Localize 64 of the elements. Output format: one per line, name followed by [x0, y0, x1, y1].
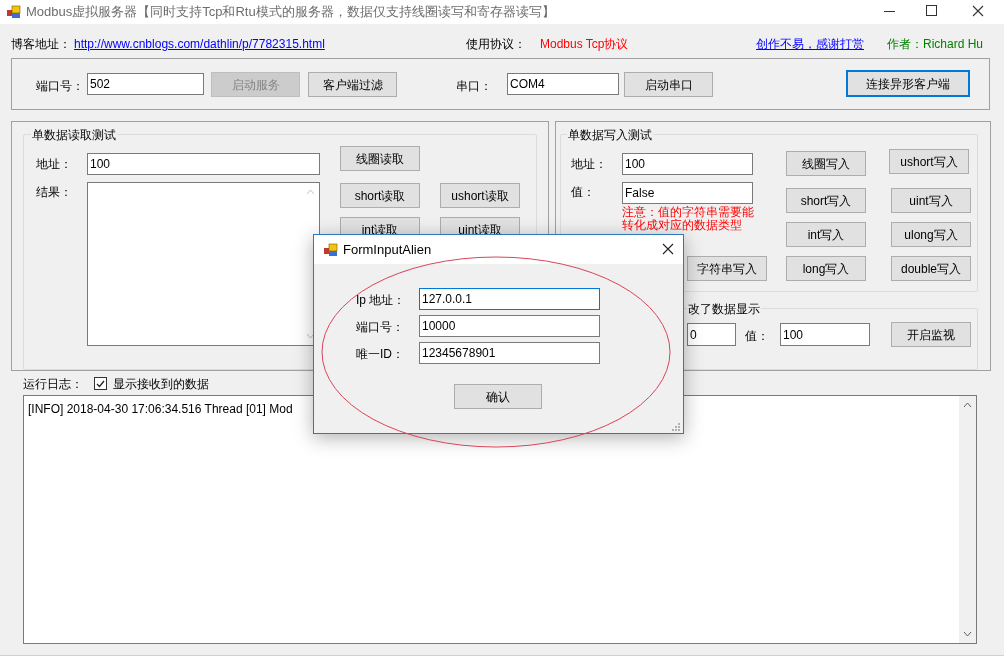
close-icon[interactable] [662, 243, 674, 255]
warning-note: 注意：值的字符串需要能转化成对应的数据类型 [622, 206, 755, 232]
label: 博客地址： [11, 37, 71, 51]
dialog-title: FormInputAlien [343, 243, 432, 257]
label: Ip 地址： [356, 293, 406, 307]
button[interactable]: 客户端过滤 [308, 72, 397, 97]
button[interactable]: 开启监视 [891, 322, 971, 347]
button[interactable]: long写入 [786, 256, 866, 281]
author-label: 作者：Richard Hu [887, 37, 984, 51]
button[interactable]: short读取 [340, 183, 420, 208]
minimize-icon[interactable] [884, 11, 895, 13]
label: 唯一ID： [356, 347, 404, 361]
check-icon [96, 379, 105, 388]
scroll-up-icon[interactable] [963, 402, 972, 408]
label: 运行日志： [23, 377, 83, 391]
button[interactable]: double写入 [891, 256, 971, 281]
label: 使用协议： [466, 37, 526, 51]
text-field[interactable]: 100 [87, 153, 320, 175]
app-icon [323, 242, 339, 258]
button[interactable]: ulong写入 [891, 222, 971, 247]
checkbox[interactable] [94, 377, 107, 390]
app-icon [6, 4, 22, 20]
text-field[interactable]: 12345678901 [419, 342, 600, 364]
button[interactable]: int写入 [786, 222, 866, 247]
label: 值： [745, 329, 769, 343]
label: 端口号： [356, 320, 404, 334]
text-field[interactable]: 502 [87, 73, 204, 95]
protocol-value: Modbus Tcp协议 [540, 37, 629, 51]
label: 串口： [456, 79, 492, 93]
scroll-down-icon[interactable] [306, 333, 315, 339]
blog-link[interactable]: http://www.cnblogs.com/dathlin/p/7782315.html [74, 37, 325, 51]
button[interactable]: ushort读取 [440, 183, 520, 208]
text-field[interactable]: 10000 [419, 315, 600, 337]
donate-link[interactable]: 创作不易，感谢打赏 [756, 37, 864, 51]
button[interactable]: ushort写入 [889, 149, 969, 174]
group-title: 改了数据显示 [687, 302, 761, 316]
label: 端口号： [36, 79, 84, 93]
label: 地址： [36, 157, 72, 171]
window-title: Modbus虚拟服务器【同时支持Tcp和Rtu模式的服务器，数据仅支持线圈读写和寄存器读写】 [26, 5, 555, 19]
button[interactable]: uint写入 [891, 188, 971, 213]
label: 值： [571, 185, 595, 199]
label: 结果： [36, 185, 72, 199]
log-line: [INFO] 2018-04-30 17:06:34.516 Thread [01] Mod [28, 402, 293, 416]
text-field[interactable]: 127.0.0.1 [419, 288, 600, 310]
text-field[interactable]: COM4 [507, 73, 619, 95]
close-icon[interactable] [972, 5, 984, 17]
scroll-down-icon[interactable] [963, 631, 972, 637]
button[interactable]: 线圈读取 [340, 146, 420, 171]
button[interactable]: 字符串写入 [687, 256, 767, 281]
resize-grip-icon[interactable] [671, 422, 681, 432]
maximize-icon[interactable] [926, 5, 937, 16]
label: 地址： [571, 157, 607, 171]
button[interactable]: short写入 [786, 188, 866, 213]
text-field[interactable]: 100 [780, 323, 870, 346]
group-title: 单数据读取测试 [31, 128, 117, 142]
button[interactable]: 确认 [454, 384, 542, 409]
text-field[interactable]: 0 [687, 323, 736, 346]
checkbox-label: 显示接收到的数据 [113, 377, 209, 391]
text-field[interactable]: False [622, 182, 753, 204]
connect-button[interactable]: 连接异形客户端 [846, 70, 970, 97]
text-field[interactable]: 100 [622, 153, 753, 175]
button[interactable]: 线圈写入 [786, 151, 866, 176]
group-title: 单数据写入测试 [567, 128, 653, 142]
button[interactable]: 启动串口 [624, 72, 713, 97]
